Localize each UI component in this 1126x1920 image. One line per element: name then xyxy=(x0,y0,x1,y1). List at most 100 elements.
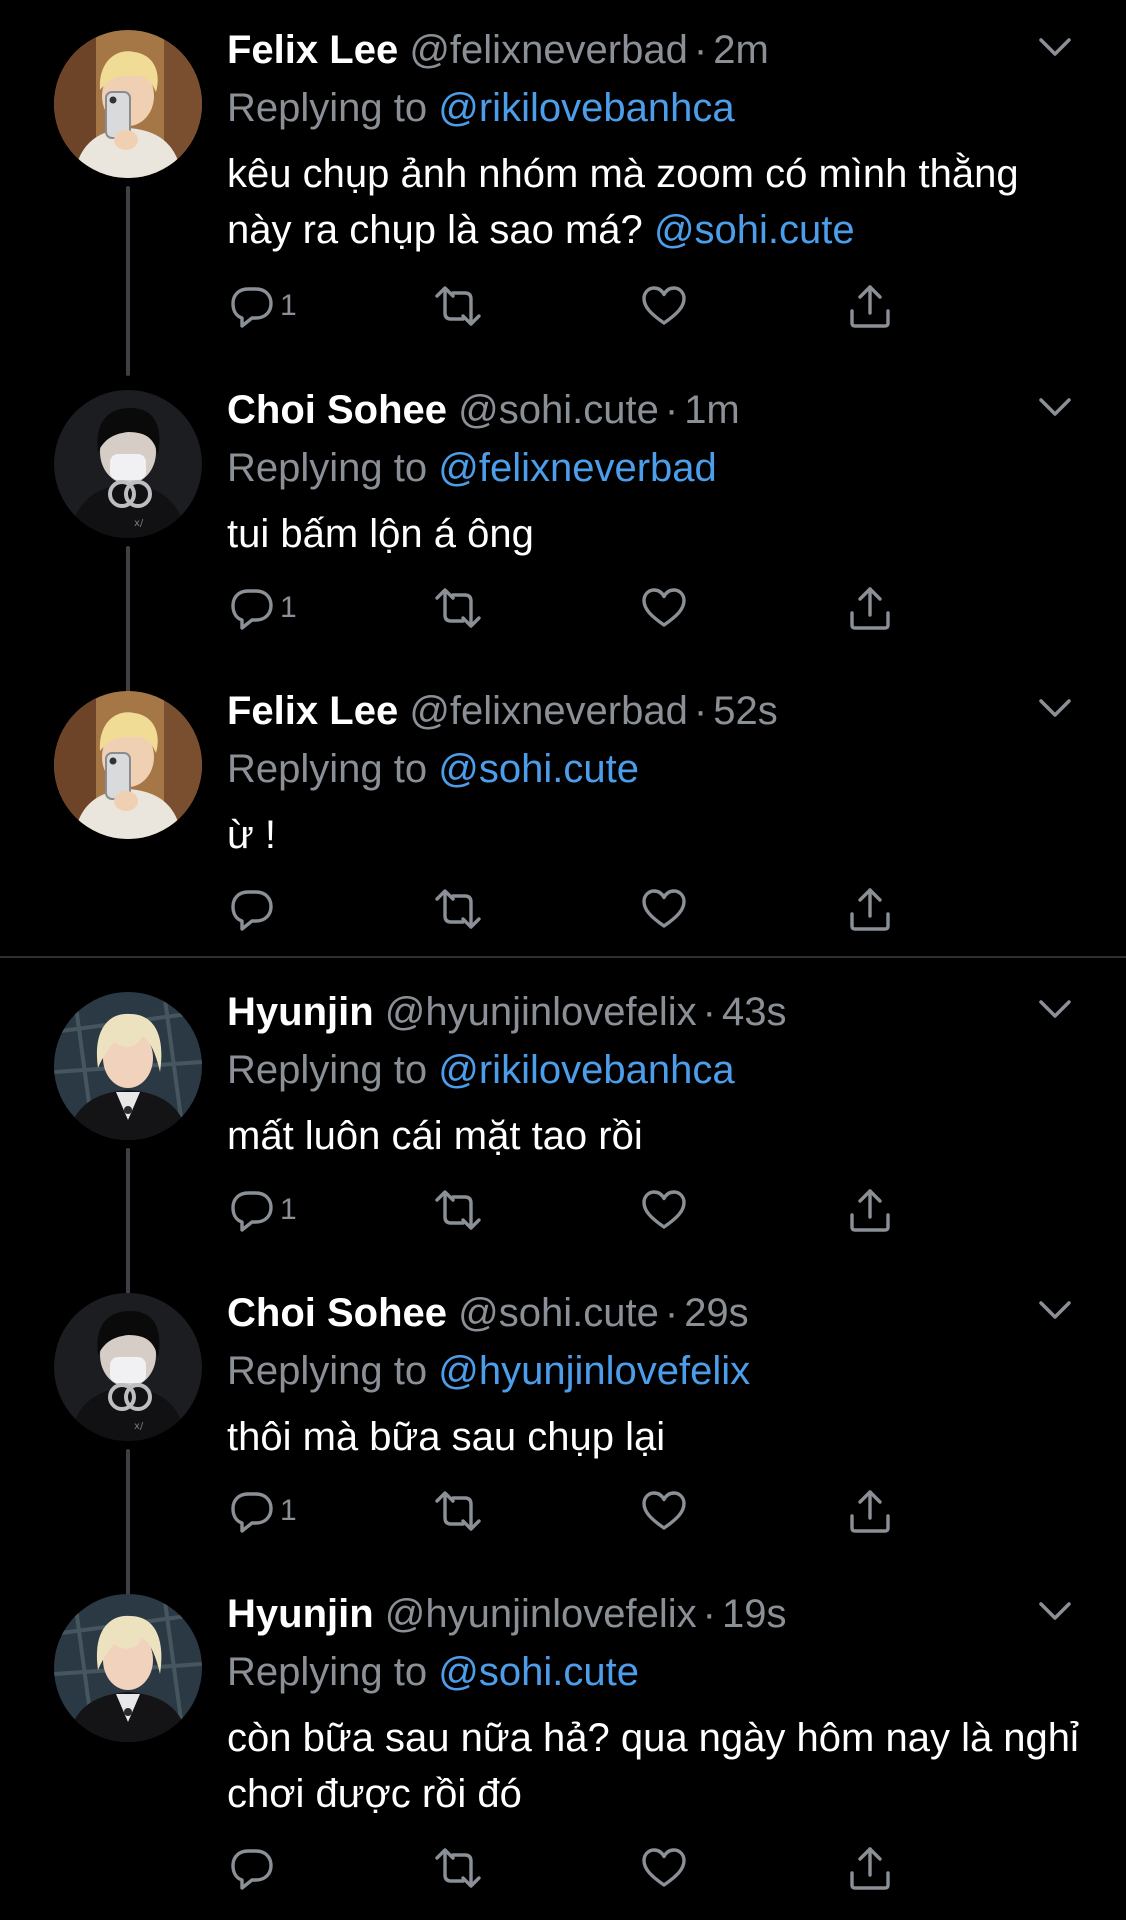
separator-dot: · xyxy=(702,990,716,1034)
like-icon xyxy=(640,1186,688,1234)
avatar[interactable] xyxy=(54,30,202,178)
tweet[interactable]: Hyunjin @hyunjinlovefelix · 43s Replying t… xyxy=(0,962,1126,1300)
tweet-text: tui bấm lộn á ông xyxy=(227,506,1087,562)
retweet-button[interactable] xyxy=(434,580,482,636)
retweet-button[interactable] xyxy=(434,278,482,334)
tweet-header: Hyunjin @hyunjinlovefelix · 43s xyxy=(227,986,787,1038)
avatar[interactable] xyxy=(54,390,202,538)
tweet[interactable]: Choi Sohee @sohi.cute · 29s Replying to @h… xyxy=(0,1263,1126,1601)
reply-button[interactable]: 1 xyxy=(228,1483,297,1539)
retweet-icon xyxy=(434,1844,482,1892)
like-button[interactable] xyxy=(640,881,688,937)
thread-line xyxy=(126,186,130,376)
retweet-icon xyxy=(434,1186,482,1234)
tweet-body: tui bấm lộn á ông xyxy=(227,512,534,556)
share-icon xyxy=(846,1487,894,1535)
retweet-button[interactable] xyxy=(434,881,482,937)
tweet-text: kêu chụp ảnh nhóm mà zoom có mình thằng … xyxy=(227,146,1087,258)
timestamp[interactable]: 1m xyxy=(684,388,740,432)
tweet-header: Felix Lee @felixneverbad · 52s xyxy=(227,685,778,737)
tweet[interactable]: Hyunjin @hyunjinlovefelix · 19s Replying t… xyxy=(0,1564,1126,1920)
user-handle[interactable]: @sohi.cute xyxy=(458,388,659,432)
separator-dot: · xyxy=(702,1592,716,1636)
user-handle[interactable]: @felixneverbad xyxy=(409,689,688,733)
user-handle[interactable]: @felixneverbad xyxy=(409,28,688,72)
tweet[interactable]: Choi Sohee @sohi.cute · 1m Replying to @fe… xyxy=(0,360,1126,698)
tweet-actions: 1 xyxy=(228,580,948,636)
tweet[interactable]: Felix Lee @felixneverbad · 52s Replying to… xyxy=(0,661,1126,961)
reply-button[interactable] xyxy=(228,881,276,937)
retweet-icon xyxy=(434,885,482,933)
separator-dot: · xyxy=(693,689,708,733)
separator-dot: · xyxy=(664,388,679,432)
display-name[interactable]: Choi Sohee xyxy=(227,388,447,432)
chevron-down-icon[interactable] xyxy=(1038,1299,1072,1321)
tweet-text: mất luôn cái mặt tao rồi xyxy=(227,1108,1087,1164)
user-handle[interactable]: @hyunjinlovefelix xyxy=(385,1592,697,1636)
reply-button[interactable] xyxy=(228,1840,276,1896)
share-icon xyxy=(846,282,894,330)
avatar[interactable] xyxy=(54,992,202,1140)
replying-to-mention[interactable]: @rikilovebanhca xyxy=(438,1048,734,1092)
reply-icon xyxy=(228,282,276,330)
replying-to-mention[interactable]: @sohi.cute xyxy=(438,1650,639,1694)
like-button[interactable] xyxy=(640,1483,688,1539)
share-button[interactable] xyxy=(846,1840,894,1896)
like-button[interactable] xyxy=(640,1182,688,1238)
tweet-text: còn bữa sau nữa hả? qua ngày hôm nay là … xyxy=(227,1710,1087,1822)
reply-button[interactable]: 1 xyxy=(228,1182,297,1238)
share-button[interactable] xyxy=(846,1483,894,1539)
tweet-body: còn bữa sau nữa hả? qua ngày hôm nay là … xyxy=(227,1716,1079,1816)
like-button[interactable] xyxy=(640,278,688,334)
display-name[interactable]: Hyunjin xyxy=(227,990,374,1034)
avatar[interactable] xyxy=(54,1594,202,1742)
retweet-button[interactable] xyxy=(434,1840,482,1896)
share-button[interactable] xyxy=(846,881,894,937)
chevron-down-icon[interactable] xyxy=(1038,697,1072,719)
user-handle[interactable]: @sohi.cute xyxy=(458,1291,659,1335)
timestamp[interactable]: 29s xyxy=(684,1291,749,1335)
display-name[interactable]: Felix Lee xyxy=(227,28,398,72)
like-button[interactable] xyxy=(640,580,688,636)
display-name[interactable]: Felix Lee xyxy=(227,689,398,733)
chevron-down-icon[interactable] xyxy=(1038,998,1072,1020)
replying-to-mention[interactable]: @rikilovebanhca xyxy=(438,86,734,130)
tweet-mention[interactable]: @sohi.cute xyxy=(654,208,855,252)
tweet[interactable]: Felix Lee @felixneverbad · 2m Replying to … xyxy=(0,0,1126,376)
timestamp[interactable]: 2m xyxy=(713,28,769,72)
avatar[interactable] xyxy=(54,1293,202,1441)
tweet-text: ừ ! xyxy=(227,807,1087,863)
retweet-button[interactable] xyxy=(434,1182,482,1238)
reply-count: 1 xyxy=(280,591,297,624)
share-button[interactable] xyxy=(846,278,894,334)
display-name[interactable]: Choi Sohee xyxy=(227,1291,447,1335)
timestamp[interactable]: 43s xyxy=(722,990,787,1034)
replying-to: Replying to @sohi.cute xyxy=(227,743,639,795)
display-name[interactable]: Hyunjin xyxy=(227,1592,374,1636)
replying-to: Replying to @rikilovebanhca xyxy=(227,1044,735,1096)
replying-to-mention[interactable]: @sohi.cute xyxy=(438,747,639,791)
timestamp[interactable]: 52s xyxy=(713,689,778,733)
replying-to: Replying to @sohi.cute xyxy=(227,1646,639,1698)
replying-to-mention[interactable]: @felixneverbad xyxy=(438,446,717,490)
reply-icon xyxy=(228,584,276,632)
avatar[interactable] xyxy=(54,691,202,839)
user-handle[interactable]: @hyunjinlovefelix xyxy=(385,990,697,1034)
reply-button[interactable]: 1 xyxy=(228,278,297,334)
chevron-down-icon[interactable] xyxy=(1038,1600,1072,1622)
share-button[interactable] xyxy=(846,1182,894,1238)
reply-count: 1 xyxy=(280,289,297,322)
like-button[interactable] xyxy=(640,1840,688,1896)
share-icon xyxy=(846,885,894,933)
like-icon xyxy=(640,885,688,933)
separator-dot: · xyxy=(664,1291,679,1335)
share-button[interactable] xyxy=(846,580,894,636)
reply-button[interactable]: 1 xyxy=(228,580,297,636)
chevron-down-icon[interactable] xyxy=(1038,36,1072,58)
timestamp[interactable]: 19s xyxy=(722,1592,787,1636)
retweet-button[interactable] xyxy=(434,1483,482,1539)
replying-to-mention[interactable]: @hyunjinlovefelix xyxy=(438,1349,750,1393)
replying-to-label: Replying to xyxy=(227,86,428,130)
tweet-header: Felix Lee @felixneverbad · 2m xyxy=(227,24,769,76)
chevron-down-icon[interactable] xyxy=(1038,396,1072,418)
